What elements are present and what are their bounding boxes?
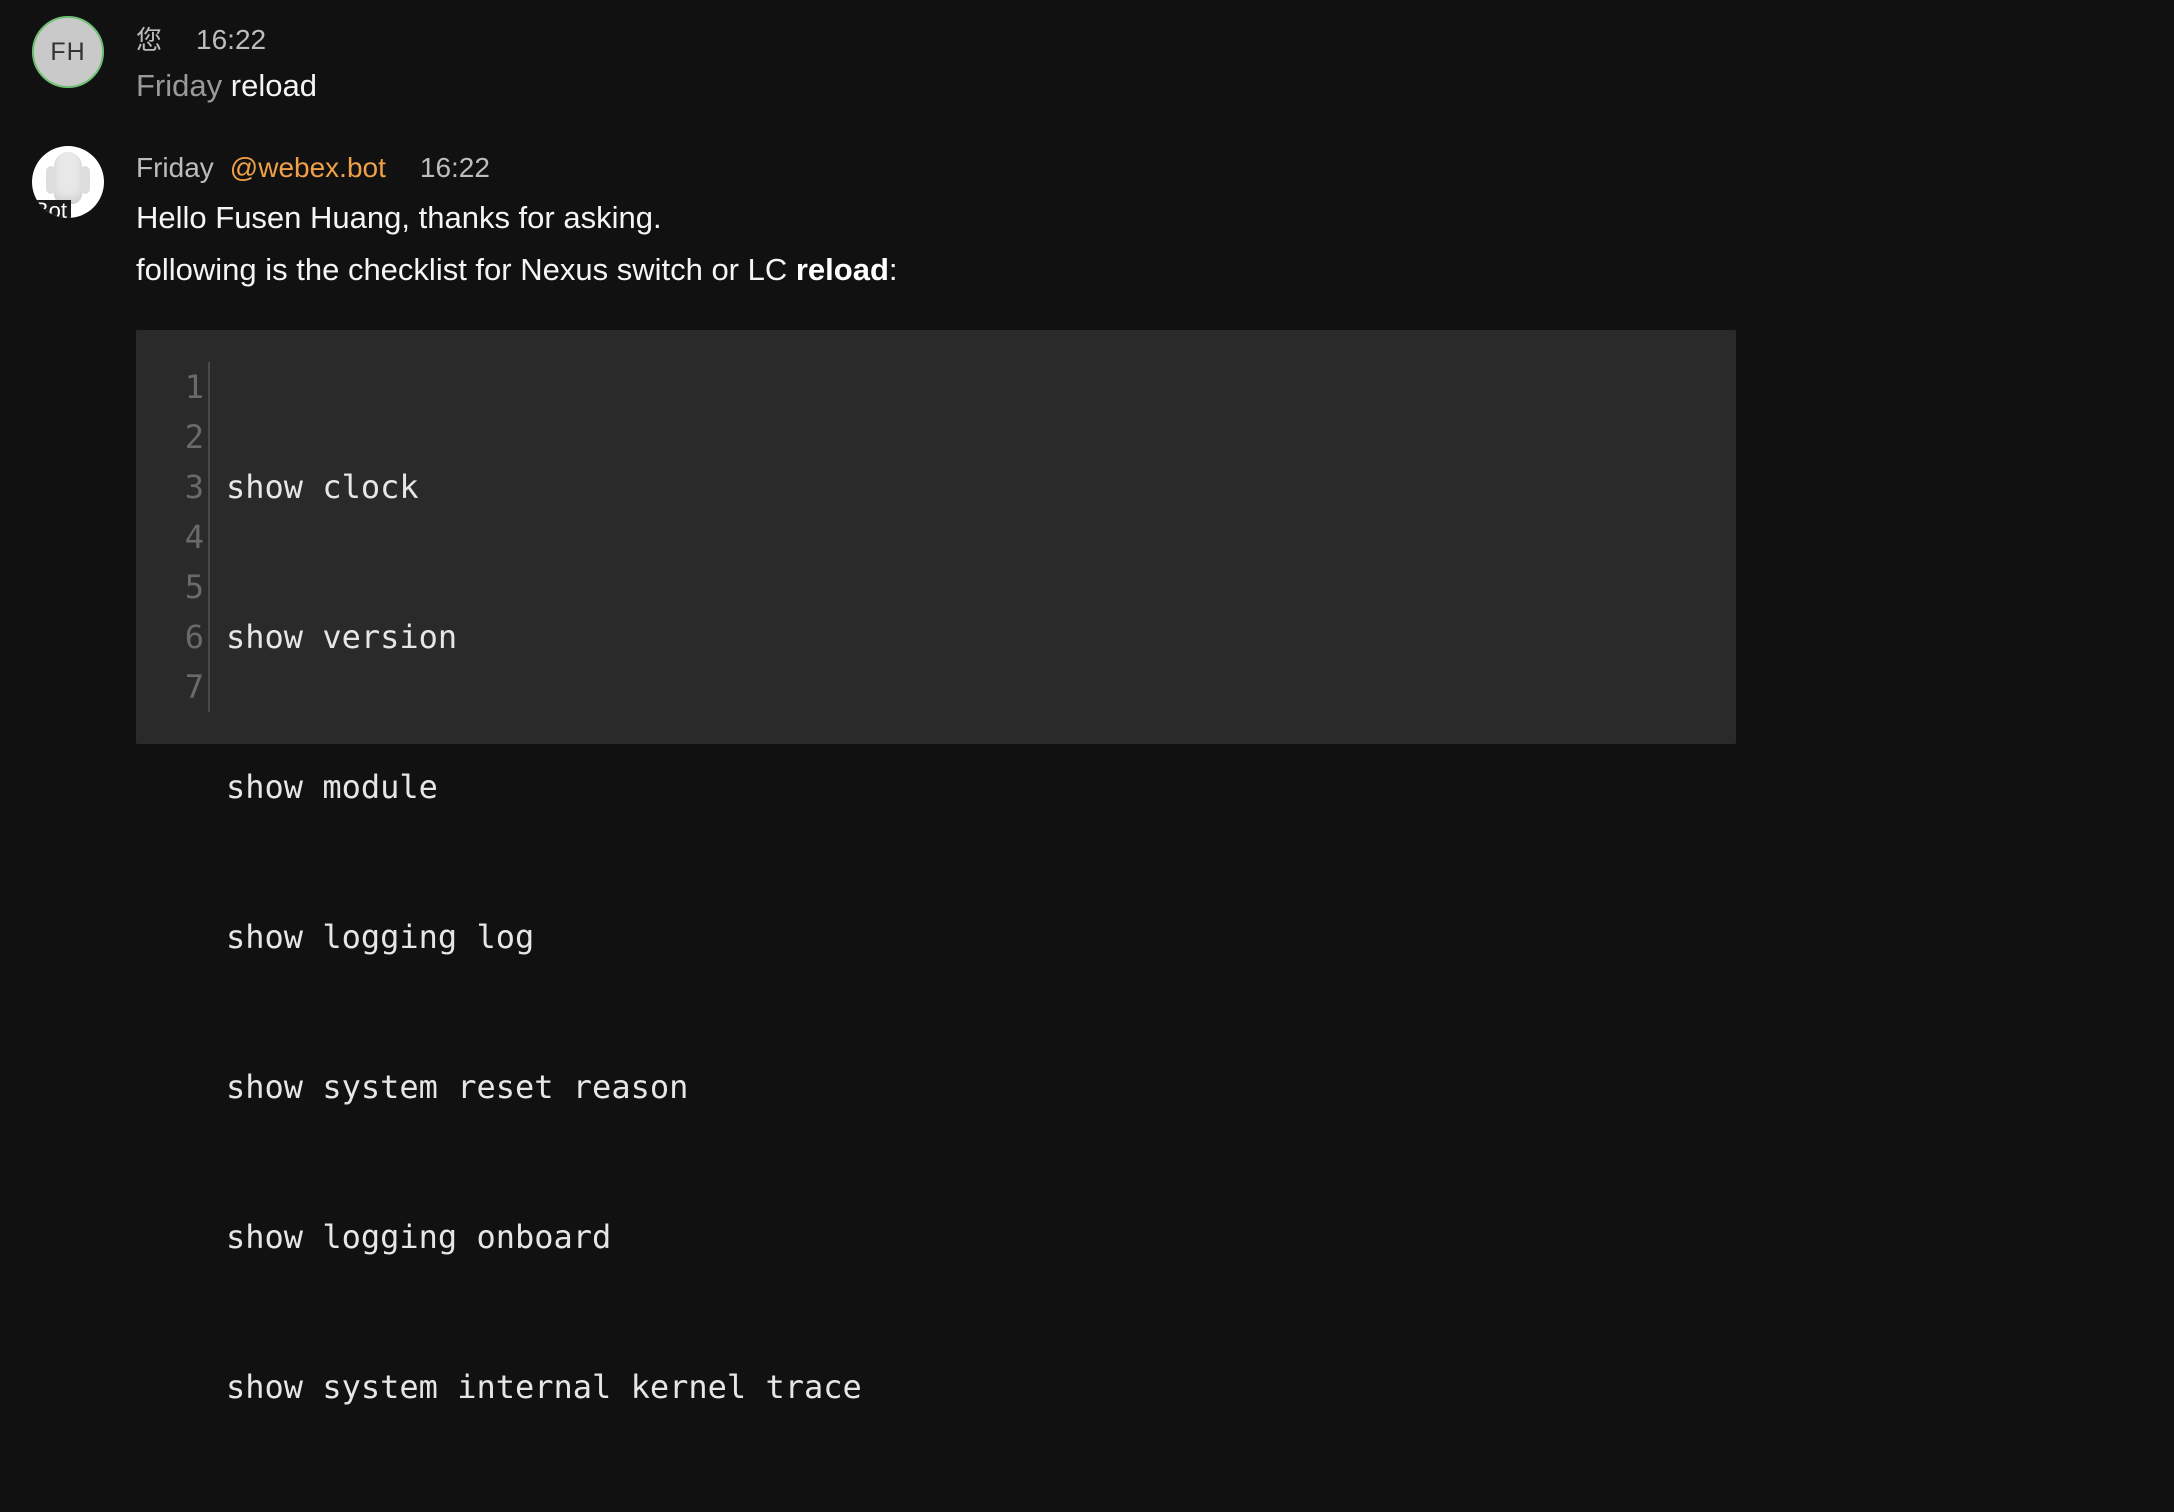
line-number: 4 [184, 518, 204, 556]
code-content[interactable]: show clock show version show module show… [226, 362, 862, 1512]
code-line: show logging log [226, 918, 535, 956]
intro-text-main: following is the checklist for Nexus swi… [136, 252, 796, 287]
intro-text-suffix: : [888, 252, 898, 287]
line-number: 2 [184, 418, 204, 456]
message-header: Friday @webex.bot 16:22 [136, 152, 490, 184]
intro-text: following is the checklist for Nexus swi… [136, 252, 898, 288]
message-body: reload [230, 68, 317, 103]
bot-figure-icon [54, 152, 82, 204]
avatar[interactable]: FH [32, 16, 104, 88]
line-number: 7 [184, 668, 204, 706]
greeting-text: Hello Fusen Huang, thanks for asking. [136, 200, 662, 235]
bot-mention[interactable]: @webex.bot [230, 152, 386, 184]
code-line: show system reset reason [226, 1068, 689, 1106]
line-number: 1 [184, 368, 204, 406]
sender-name: Friday [136, 152, 214, 183]
code-gutter-divider [208, 362, 210, 712]
code-line-numbers: 1 2 3 4 5 6 7 [136, 362, 204, 712]
code-block[interactable]: 1 2 3 4 5 6 7 show clock show version sh… [136, 330, 1736, 1406]
code-line: show clock [226, 468, 419, 506]
code-line: show system internal kernel trace [226, 1368, 862, 1406]
sender-name: 您 [136, 26, 163, 56]
code-line: show module [226, 768, 438, 806]
bot-arm-right-icon [80, 166, 90, 194]
message-text: Friday reload [136, 68, 317, 104]
code-line: show version [226, 618, 458, 656]
bot-avatar[interactable]: Bot [32, 146, 104, 218]
bot-arm-left-icon [46, 166, 56, 194]
message-header: 您 16:22 [136, 20, 266, 57]
intro-text-bold: reload [795, 252, 889, 287]
mention-prefix[interactable]: Friday [136, 68, 222, 103]
line-number: 5 [184, 568, 204, 606]
line-number: 6 [184, 618, 204, 656]
code-line: show logging onboard [226, 1218, 612, 1256]
bot-badge: Bot [32, 200, 72, 218]
message-timestamp: 16:22 [196, 24, 267, 55]
message-timestamp: 16:22 [419, 152, 490, 183]
line-number: 3 [184, 468, 204, 506]
avatar-initials: FH [50, 37, 86, 66]
